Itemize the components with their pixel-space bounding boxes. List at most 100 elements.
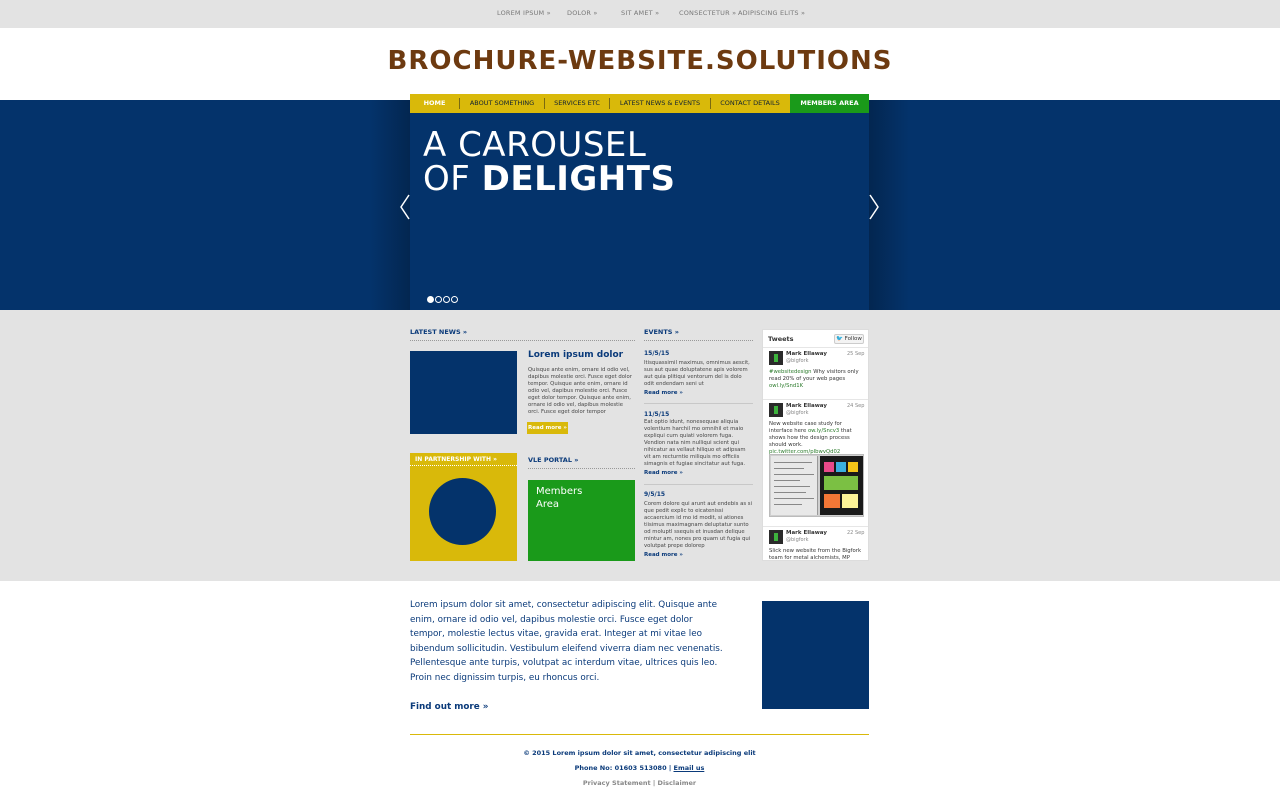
site-logo[interactable]: BROCHURE-WEBSITE.SOLUTIONS [0, 46, 1280, 76]
event-read-more-link[interactable]: Read more » [644, 470, 683, 476]
tweet-text: New website case study for interface her… [769, 421, 867, 456]
news-headline[interactable]: Lorem ipsum dolor [528, 350, 623, 360]
footer-phone: Phone No: 01603 513080 [574, 764, 667, 772]
tweet-link[interactable]: owl.ly/Snd1K [769, 383, 803, 389]
news-image[interactable] [410, 351, 517, 434]
main-nav-contact[interactable]: CONTACT DETAILS [711, 94, 789, 113]
top-nav-item-adipiscing-elits[interactable]: ADIPISCING ELITS » [738, 9, 805, 17]
tweet-media-screenshot-left [771, 456, 818, 515]
avatar[interactable] [769, 403, 783, 417]
avatar[interactable] [769, 351, 783, 365]
media-line [774, 468, 804, 469]
tweet-media-screenshot-right [820, 456, 863, 515]
vle-portal-title[interactable]: VLE PORTAL » [528, 456, 578, 464]
divider [644, 484, 753, 485]
event-read-more-link[interactable]: Read more » [644, 390, 683, 396]
footer-legal: Privacy Statement | Disclaimer [410, 779, 869, 787]
tweet-author-name[interactable]: Mark Ellaway [786, 403, 827, 409]
media-line [774, 498, 814, 499]
media-line [774, 486, 810, 487]
footer-copyright: © 2015 Lorem ipsum dolor sit amet, conse… [523, 749, 756, 757]
footer-email-link[interactable]: Email us [674, 764, 705, 772]
tweet-date[interactable]: 22 Sep [847, 530, 864, 536]
twitter-widget: Tweets 🐦 Follow Mark Ellaway @bigfork 25… [762, 329, 869, 561]
top-nav-item-consectetur[interactable]: CONSECTETUR » [679, 9, 736, 17]
tweet-author-name[interactable]: Mark Ellaway [786, 351, 827, 357]
tweet-text: #websitedesign Why visitors only read 20… [769, 369, 867, 390]
twitter-widget-title: Tweets [768, 335, 794, 343]
footer-disclaimer-link[interactable]: Disclaimer [658, 779, 697, 787]
main-nav-news-events[interactable]: LATEST NEWS & EVENTS [610, 94, 710, 113]
hero-headline-line1: A CAROUSEL [423, 125, 647, 165]
tweet-text: Slick new website from the Bigfork team … [769, 548, 862, 561]
top-nav-item-sit-amet[interactable]: SIT AMET » [621, 9, 659, 17]
hero-headline-line2-prefix: OF [423, 159, 482, 199]
news-read-more-button[interactable]: Read more » [527, 422, 568, 434]
main-nav-about[interactable]: ABOUT SOMETHING [460, 94, 544, 113]
media-line [774, 480, 800, 481]
main-nav: HOME ABOUT SOMETHING SERVICES ETC LATEST… [410, 94, 869, 113]
tweet-date[interactable]: 24 Sep [847, 403, 864, 409]
tweet-author-handle[interactable]: @bigfork [786, 537, 809, 543]
find-out-more-link[interactable]: Find out more » [410, 702, 488, 712]
divider [410, 465, 517, 466]
partner-logo[interactable] [429, 478, 496, 545]
feature-image[interactable] [762, 601, 869, 709]
footer-privacy-link[interactable]: Privacy Statement [583, 779, 651, 787]
media-tile [842, 494, 858, 508]
main-nav-members-area[interactable]: MEMBERS AREA [790, 94, 869, 113]
carousel-dots [427, 296, 458, 303]
top-nav-bar: LOREM IPSUM » DOLOR » SIT AMET » CONSECT… [0, 0, 1280, 28]
members-area-label: Members Area [536, 486, 583, 510]
footer-divider [410, 734, 869, 735]
divider [763, 399, 868, 400]
divider [644, 340, 753, 341]
media-tile [824, 476, 858, 490]
tweet-media-image[interactable] [769, 454, 864, 517]
members-area-box[interactable]: Members Area [528, 480, 635, 561]
event-body: Itisquassimil maximus, omnimus aescit, s… [644, 360, 750, 387]
carousel-dot[interactable] [435, 296, 442, 303]
latest-news-title[interactable]: LATEST NEWS » [410, 328, 467, 336]
event-date: 15/5/15 [644, 350, 670, 357]
carousel-dot[interactable] [451, 296, 458, 303]
tweet-author-handle[interactable]: @bigfork [786, 410, 809, 416]
top-nav-item-dolor[interactable]: DOLOR » [567, 9, 598, 17]
tweet-author-name[interactable]: Mark Ellaway [786, 530, 827, 536]
hero-headline: A CAROUSEL OF DELIGHTS [423, 128, 675, 196]
divider [644, 403, 753, 404]
intro-paragraph: Lorem ipsum dolor sit amet, consectetur … [410, 600, 723, 683]
main-nav-services[interactable]: SERVICES ETC [545, 94, 609, 113]
divider [763, 347, 868, 348]
media-tile [848, 462, 858, 472]
event-body: Eat optio idunt, nonesequae aliquia vole… [644, 419, 746, 467]
event-read-more-link[interactable]: Read more » [644, 552, 683, 558]
content-section [0, 310, 1280, 581]
top-nav-item-lorem-ipsum[interactable]: LOREM IPSUM » [497, 9, 551, 17]
event-date: 11/5/15 [644, 411, 670, 418]
twitter-follow-button[interactable]: 🐦 Follow [834, 334, 864, 344]
tweet-author-handle[interactable]: @bigfork [786, 358, 809, 364]
twitter-follow-label: Follow [844, 336, 862, 342]
media-line [774, 492, 806, 493]
hero-carousel: HOME ABOUT SOMETHING SERVICES ETC LATEST… [410, 94, 869, 315]
tweet-link[interactable]: ow.ly/Sncv3 [808, 428, 839, 434]
media-tile [824, 494, 840, 508]
media-tile [824, 462, 834, 472]
hero-headline-line2-bold: DELIGHTS [481, 159, 676, 199]
media-tile [836, 462, 846, 472]
carousel-next-arrow-icon[interactable] [867, 193, 881, 221]
partnership-title[interactable]: IN PARTNERSHIP WITH » [415, 456, 497, 463]
tweet-hashtag[interactable]: #websitedesign [769, 369, 812, 375]
partnership-box: IN PARTNERSHIP WITH » [410, 453, 517, 561]
events-title[interactable]: EVENTS » [644, 328, 679, 336]
tweet-date[interactable]: 25 Sep [847, 351, 864, 357]
media-line [774, 504, 802, 505]
main-nav-home[interactable]: HOME [410, 94, 459, 113]
twitter-bird-icon: 🐦 [836, 336, 843, 342]
carousel-dot[interactable] [427, 296, 434, 303]
divider [410, 340, 635, 341]
avatar[interactable] [769, 530, 783, 544]
carousel-dot[interactable] [443, 296, 450, 303]
event-body: Corem dolore qui arunt aut endebis as si… [644, 501, 752, 549]
